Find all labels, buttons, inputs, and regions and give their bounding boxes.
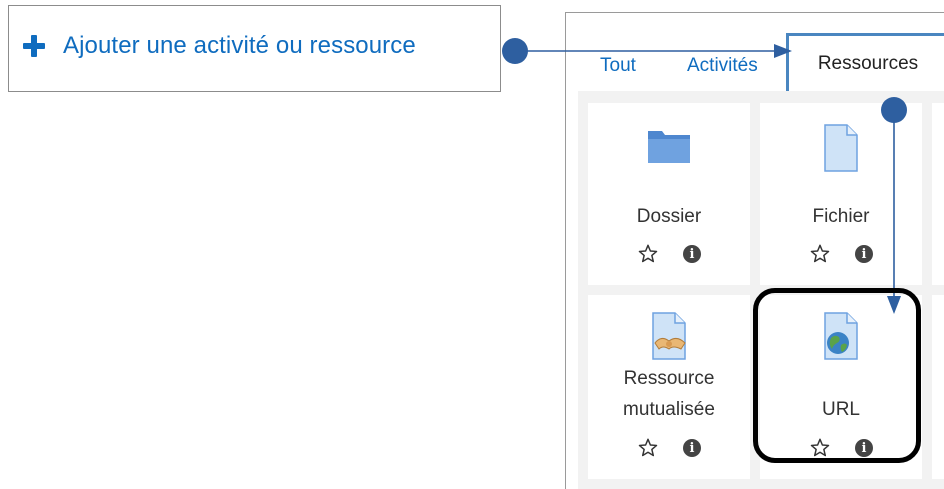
- shared-resource-icon: [652, 312, 686, 360]
- resource-card-partial: [932, 103, 944, 285]
- add-activity-resource-button[interactable]: Ajouter une activité ou ressource: [8, 5, 501, 92]
- info-icon[interactable]: i: [855, 245, 873, 263]
- info-icon[interactable]: i: [683, 245, 701, 263]
- folder-icon: [648, 131, 690, 163]
- resource-card-name: Fichier: [812, 206, 870, 227]
- resource-card-fichier[interactable]: Fichier i: [760, 103, 922, 285]
- plus-icon: [23, 35, 45, 57]
- star-icon[interactable]: [637, 243, 659, 265]
- star-icon[interactable]: [809, 243, 831, 265]
- add-activity-resource-label: Ajouter une activité ou ressource: [63, 32, 416, 59]
- resource-card-partial: [932, 295, 944, 479]
- resource-card-name-line2: mutualisée: [623, 399, 715, 420]
- file-icon: [824, 124, 858, 172]
- info-icon[interactable]: i: [683, 439, 701, 457]
- star-icon[interactable]: [637, 437, 659, 459]
- resource-card-name-line1: Ressource: [623, 368, 715, 389]
- resource-card-dossier[interactable]: Dossier i: [588, 103, 750, 285]
- tab-activites[interactable]: Activités: [687, 55, 758, 77]
- chooser-tabs: Tout Activités Ressources: [566, 13, 944, 95]
- tab-tout[interactable]: Tout: [600, 55, 636, 77]
- url-card-highlight: [753, 288, 921, 463]
- resource-card-name: Dossier: [636, 206, 702, 227]
- tab-ressources[interactable]: Ressources: [786, 33, 944, 95]
- resource-card-ressource-mutualisee[interactable]: Ressource mutualisée i: [588, 295, 750, 479]
